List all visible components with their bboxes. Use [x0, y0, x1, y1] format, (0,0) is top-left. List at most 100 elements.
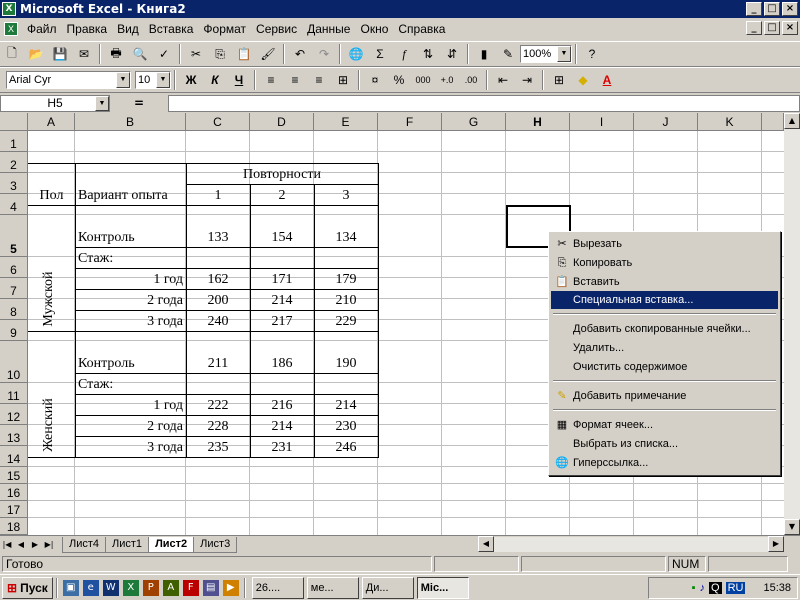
excel-app-icon[interactable]: X	[2, 2, 16, 16]
hyperlink-icon[interactable]: 🌐	[345, 43, 367, 65]
font-select[interactable]: Arial Cyr ▼	[6, 71, 131, 89]
fill-color-icon[interactable]: ◆	[572, 69, 594, 91]
speaker-icon[interactable]: ♪	[700, 582, 706, 594]
row-header-13[interactable]: 13	[0, 425, 28, 446]
column-header-f[interactable]: F	[378, 113, 442, 131]
row-header-1[interactable]: 1	[0, 131, 28, 152]
doc-minimize-button[interactable]: _	[746, 21, 762, 35]
menu-file[interactable]: Файл	[22, 22, 62, 36]
ctx-paste-special[interactable]: Специальная вставка...	[551, 291, 778, 309]
language-indicator[interactable]: RU	[725, 582, 746, 594]
menu-window[interactable]: Окно	[355, 22, 393, 36]
row-header-17[interactable]: 17	[0, 501, 28, 518]
row-header-18[interactable]: 18	[0, 518, 28, 535]
help-icon[interactable]: ?	[581, 43, 603, 65]
decrease-decimal-icon[interactable]: .00	[460, 69, 482, 91]
scroll-up-icon[interactable]: ▲	[784, 113, 800, 129]
sheet-tab-4[interactable]: Лист3	[193, 536, 238, 553]
task-3[interactable]: Ди...	[361, 576, 414, 599]
spelling-icon[interactable]: ✓	[153, 43, 175, 65]
new-icon[interactable]: 🗋	[1, 43, 23, 65]
menu-edit[interactable]: Правка	[62, 22, 113, 36]
doc-restore-button[interactable]: □	[764, 21, 780, 35]
borders-icon[interactable]: ⊞	[548, 69, 570, 91]
format-painter-icon[interactable]: 🖌	[257, 43, 279, 65]
row-header-6[interactable]: 6	[0, 257, 28, 278]
percent-button[interactable]: %	[388, 69, 410, 91]
row-header-5[interactable]: 5	[0, 215, 28, 257]
select-all-corner[interactable]	[0, 113, 28, 131]
autosum-button[interactable]: Σ	[369, 43, 391, 65]
row-header-12[interactable]: 12	[0, 404, 28, 425]
column-header-d[interactable]: D	[250, 113, 314, 131]
column-header-b[interactable]: B	[75, 113, 186, 131]
column-header-k[interactable]: K	[698, 113, 762, 131]
last-sheet-icon[interactable]: ▶|	[42, 538, 56, 552]
scroll-right-icon[interactable]: ▶	[768, 536, 784, 552]
row-header-4[interactable]: 4	[0, 194, 28, 215]
network-icon[interactable]: ▪	[692, 582, 696, 594]
menu-tools[interactable]: Сервис	[251, 22, 302, 36]
menu-format[interactable]: Формат	[198, 22, 251, 36]
cut-icon[interactable]: ✂	[185, 43, 207, 65]
row-header-3[interactable]: 3	[0, 173, 28, 194]
sort-asc-icon[interactable]: ⇅	[417, 43, 439, 65]
horizontal-scrollbar[interactable]: ◀ ▶	[478, 536, 784, 552]
workbook-icon[interactable]: X	[4, 22, 18, 36]
align-center-icon[interactable]: ≡	[284, 69, 306, 91]
task-excel[interactable]: Mic...	[416, 576, 469, 599]
mail-icon[interactable]: ✉	[73, 43, 95, 65]
row-header-14[interactable]: 14	[0, 446, 28, 467]
name-box[interactable]: H5 ▼	[0, 94, 110, 112]
bold-button[interactable]: Ж	[180, 69, 202, 91]
drawing-icon[interactable]: ✎	[497, 43, 519, 65]
print-icon[interactable]: 🖶	[105, 43, 127, 65]
column-header-a[interactable]: A	[28, 113, 75, 131]
row-header-16[interactable]: 16	[0, 484, 28, 501]
row-header-2[interactable]: 2	[0, 152, 28, 173]
column-header-j[interactable]: J	[634, 113, 698, 131]
ctx-clear[interactable]: Очистить содержимое	[551, 358, 778, 376]
ctx-add-comment[interactable]: ✎ Добавить примечание	[551, 387, 778, 405]
menu-help[interactable]: Справка	[393, 22, 450, 36]
ctx-format-cells[interactable]: ▦ Формат ячеек...	[551, 416, 778, 434]
vertical-scrollbar[interactable]: ▲ ▼	[784, 113, 800, 535]
row-header-9[interactable]: 9	[0, 320, 28, 341]
scroll-left-icon[interactable]: ◀	[478, 536, 494, 552]
chart-wizard-icon[interactable]: ▮	[473, 43, 495, 65]
close-button[interactable]: ×	[782, 2, 798, 16]
undo-icon[interactable]: ↶	[289, 43, 311, 65]
decrease-indent-icon[interactable]: ⇤	[492, 69, 514, 91]
minimize-button[interactable]: _	[746, 2, 762, 16]
quicktime-icon[interactable]: Q	[709, 582, 722, 594]
maximize-button[interactable]: □	[764, 2, 780, 16]
merge-center-icon[interactable]: ⊞	[332, 69, 354, 91]
copy-icon[interactable]: ⎘	[209, 43, 231, 65]
explorer-icon[interactable]: ▣	[62, 579, 79, 596]
row-header-10[interactable]: 10	[0, 341, 28, 383]
task-1[interactable]: 26....	[251, 576, 304, 599]
doc-close-button[interactable]: ×	[782, 21, 798, 35]
row-header-15[interactable]: 15	[0, 467, 28, 484]
row-header-11[interactable]: 11	[0, 383, 28, 404]
ctx-copy[interactable]: ⎘ Копировать	[551, 254, 778, 272]
first-sheet-icon[interactable]: |◀	[0, 538, 14, 552]
open-icon[interactable]: 📂	[25, 43, 47, 65]
formula-input[interactable]	[168, 94, 800, 112]
menu-data[interactable]: Данные	[302, 22, 355, 36]
increase-indent-icon[interactable]: ⇥	[516, 69, 538, 91]
column-header-h[interactable]: H	[506, 113, 570, 131]
excel-icon[interactable]: X	[122, 579, 139, 596]
word-icon[interactable]: W	[102, 579, 119, 596]
increase-decimal-icon[interactable]: +.0	[436, 69, 458, 91]
function-button[interactable]: f	[393, 43, 415, 65]
thousands-button[interactable]: 000	[412, 69, 434, 91]
zoom-select[interactable]: 100% ▼	[520, 45, 572, 63]
sheet-tab-2[interactable]: Лист1	[105, 536, 150, 553]
ctx-paste[interactable]: 📋 Вставить	[551, 273, 778, 291]
start-button[interactable]: ⊞ Пуск	[2, 576, 53, 599]
prev-sheet-icon[interactable]: ◀	[14, 538, 28, 552]
row-header-8[interactable]: 8	[0, 299, 28, 320]
access-icon[interactable]: A	[162, 579, 179, 596]
row-header-7[interactable]: 7	[0, 278, 28, 299]
